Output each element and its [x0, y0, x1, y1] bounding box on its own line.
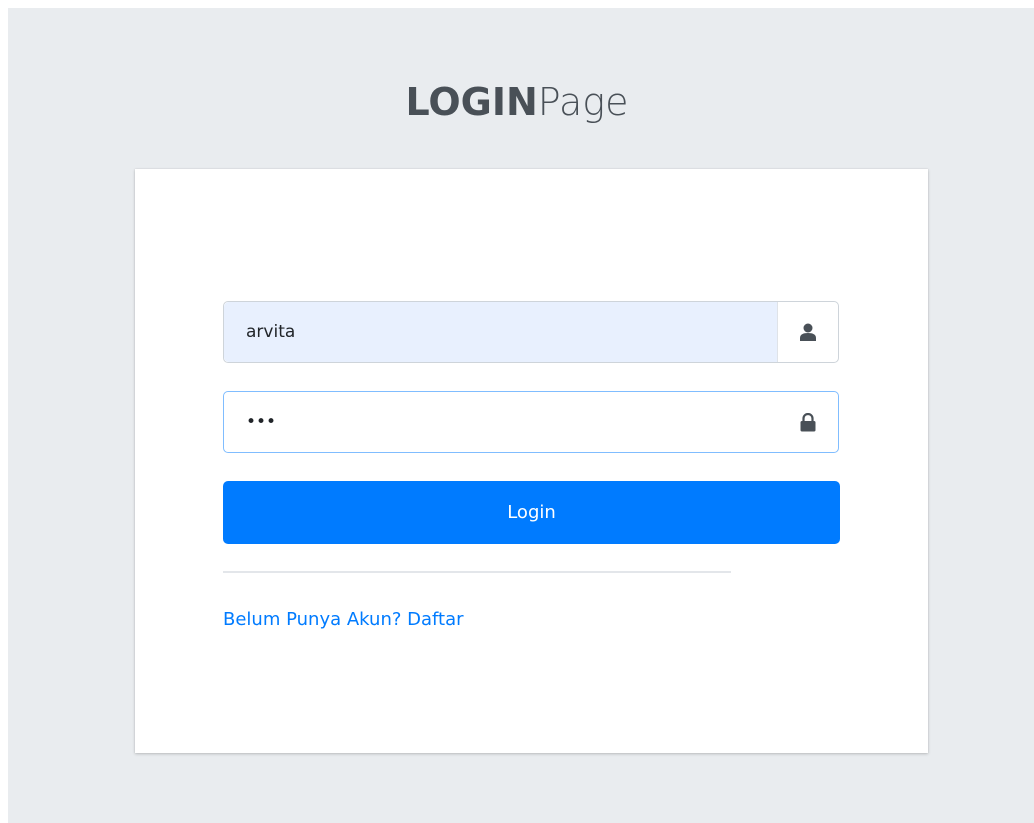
login-logo: LOGINPage [0, 80, 1034, 124]
password-addon [778, 392, 838, 452]
username-input[interactable] [224, 302, 777, 362]
username-addon [777, 302, 838, 362]
login-button[interactable]: Login [223, 481, 840, 544]
logo-bold-text: LOGIN [405, 80, 538, 124]
password-input-group [223, 391, 839, 453]
password-input[interactable] [224, 392, 778, 452]
register-link[interactable]: Belum Punya Akun? Daftar [223, 609, 464, 630]
username-input-group [223, 301, 839, 363]
lock-icon [800, 412, 816, 431]
user-icon [800, 323, 816, 341]
login-card: Login Belum Punya Akun? Daftar [135, 169, 928, 753]
divider [223, 571, 731, 573]
logo-light-text: Page [537, 80, 629, 124]
